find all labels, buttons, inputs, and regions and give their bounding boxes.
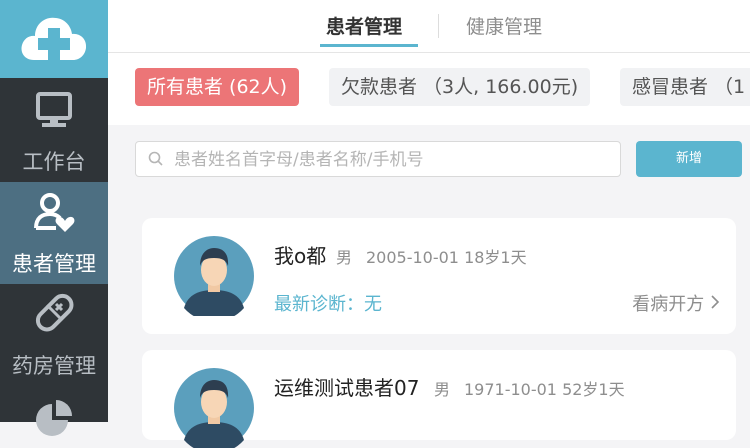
sidebar-item-pharmacy[interactable]: 药房管理 [0, 284, 108, 386]
add-patient-button[interactable]: 新增 [636, 141, 742, 177]
tab-divider [438, 14, 439, 38]
search-box[interactable] [135, 141, 621, 178]
tab-patient-management[interactable]: 患者管理 [326, 12, 402, 39]
sidebar-item-patients[interactable]: 患者管理 [0, 182, 108, 284]
patient-card[interactable]: 运维测试患者07 男 1971-10-01 52岁1天 [142, 350, 736, 448]
avatar [174, 236, 254, 316]
patient-name: 我o都 [274, 244, 327, 268]
patient-gender: 男 [336, 248, 353, 267]
sidebar-item-statistics[interactable] [0, 386, 108, 436]
sidebar-item-label: 患者管理 [12, 252, 96, 276]
pie-chart-icon [36, 400, 72, 436]
search-icon [148, 151, 164, 171]
sidebar: 工作台 患者管理 药房管理 [0, 0, 108, 436]
search-input[interactable] [172, 142, 616, 178]
latest-diagnosis: 最新诊断：无 [274, 294, 382, 315]
pill-icon [35, 293, 74, 332]
tab-health-management[interactable]: 健康管理 [466, 12, 542, 39]
patient-gender: 男 [434, 380, 451, 399]
avatar [174, 368, 254, 448]
prescribe-link[interactable]: 看病开方 [632, 290, 720, 316]
filter-all-patients[interactable]: 所有患者 (62人) [135, 68, 300, 106]
cloud-plus-icon [21, 17, 87, 61]
patient-name: 运维测试患者07 [274, 376, 420, 400]
filter-bar: 所有患者 (62人) 欠款患者 （3人, 166.00元) 感冒患者 （1 [108, 53, 750, 125]
top-tab-bar: 患者管理 健康管理 [108, 0, 750, 53]
filter-debt-patients[interactable]: 欠款患者 （3人, 166.00元) [329, 68, 591, 106]
sidebar-item-label: 药房管理 [12, 354, 96, 378]
search-row: 新增 [108, 126, 750, 198]
sidebar-item-workbench[interactable]: 工作台 [0, 80, 108, 182]
filter-cold-patients[interactable]: 感冒患者 （1 [620, 68, 750, 106]
chevron-right-icon [710, 294, 720, 315]
monitor-icon [36, 92, 72, 127]
app-logo [0, 0, 108, 78]
active-tab-indicator [320, 44, 418, 47]
patient-heart-icon [34, 193, 75, 232]
sidebar-item-label: 工作台 [22, 150, 86, 174]
patient-birth: 1971-10-01 52岁1天 [464, 380, 625, 399]
prescribe-label: 看病开方 [632, 294, 705, 315]
patient-birth: 2005-10-01 18岁1天 [366, 248, 527, 267]
patient-card[interactable]: 我o都 男 2005-10-01 18岁1天 最新诊断：无 看病开方 [142, 218, 736, 334]
